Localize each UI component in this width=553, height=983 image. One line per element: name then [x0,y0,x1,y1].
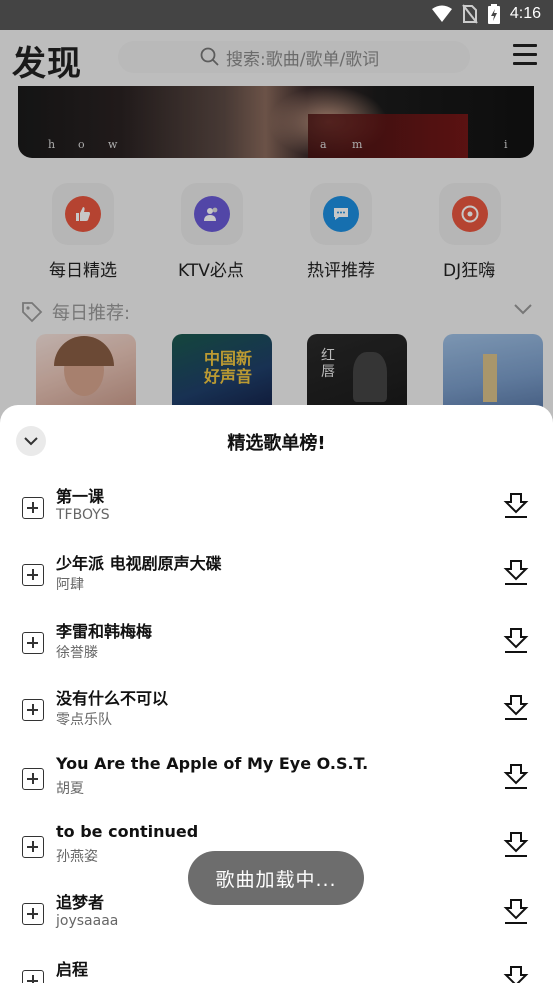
add-to-queue-icon[interactable] [22,632,44,654]
sheet-title: 精选歌单榜! [227,433,326,454]
download-icon[interactable] [502,558,530,586]
song-artist: TFBOYS [56,507,110,523]
wifi-icon [431,5,452,22]
song-title: 李雷和韩梅梅 [56,622,153,641]
status-time: 4:16 [509,5,541,22]
download-icon[interactable] [502,964,530,983]
battery-charging-icon [487,4,500,24]
song-artist: 徐誉滕 [56,645,98,661]
song-title: 少年派 电视剧原声大碟 [56,554,222,573]
song-artist: 阿肆 [56,577,84,593]
status-icons: 4:16 [431,4,541,24]
download-icon[interactable] [502,693,530,721]
song-row[interactable]: 启程 [0,956,553,983]
download-icon[interactable] [502,762,530,790]
song-artist: 孙燕姿 [56,849,98,865]
song-artist: 胡夏 [56,781,84,797]
song-title: 第一课 [56,487,105,506]
add-to-queue-icon[interactable] [22,699,44,721]
song-row[interactable]: 少年派 电视剧原声大碟 阿肆 [0,550,553,618]
song-title: 追梦者 [56,893,105,912]
add-to-queue-icon[interactable] [22,768,44,790]
song-row[interactable]: You Are the Apple of My Eye O.S.T. 胡夏 [0,754,553,822]
loading-toast: 歌曲加载中... [188,851,364,905]
song-row[interactable]: 李雷和韩梅梅 徐誉滕 [0,618,553,686]
download-icon[interactable] [502,897,530,925]
song-artist: 零点乐队 [56,712,112,728]
no-sim-icon [462,4,478,24]
song-artist: joysaaaa [56,913,119,929]
add-to-queue-icon[interactable] [22,970,44,983]
song-title: 启程 [56,960,89,979]
status-bar: 4:16 [0,0,553,30]
song-row[interactable]: 第一课 TFBOYS [0,483,553,551]
add-to-queue-icon[interactable] [22,497,44,519]
song-title: 没有什么不可以 [56,689,169,708]
add-to-queue-icon[interactable] [22,836,44,858]
download-icon[interactable] [502,830,530,858]
song-title: You Are the Apple of My Eye O.S.T. [56,754,369,773]
download-icon[interactable] [502,491,530,519]
download-icon[interactable] [502,626,530,654]
song-row[interactable]: 没有什么不可以 零点乐队 [0,685,553,753]
song-title: to be continued [56,822,199,841]
add-to-queue-icon[interactable] [22,564,44,586]
add-to-queue-icon[interactable] [22,903,44,925]
